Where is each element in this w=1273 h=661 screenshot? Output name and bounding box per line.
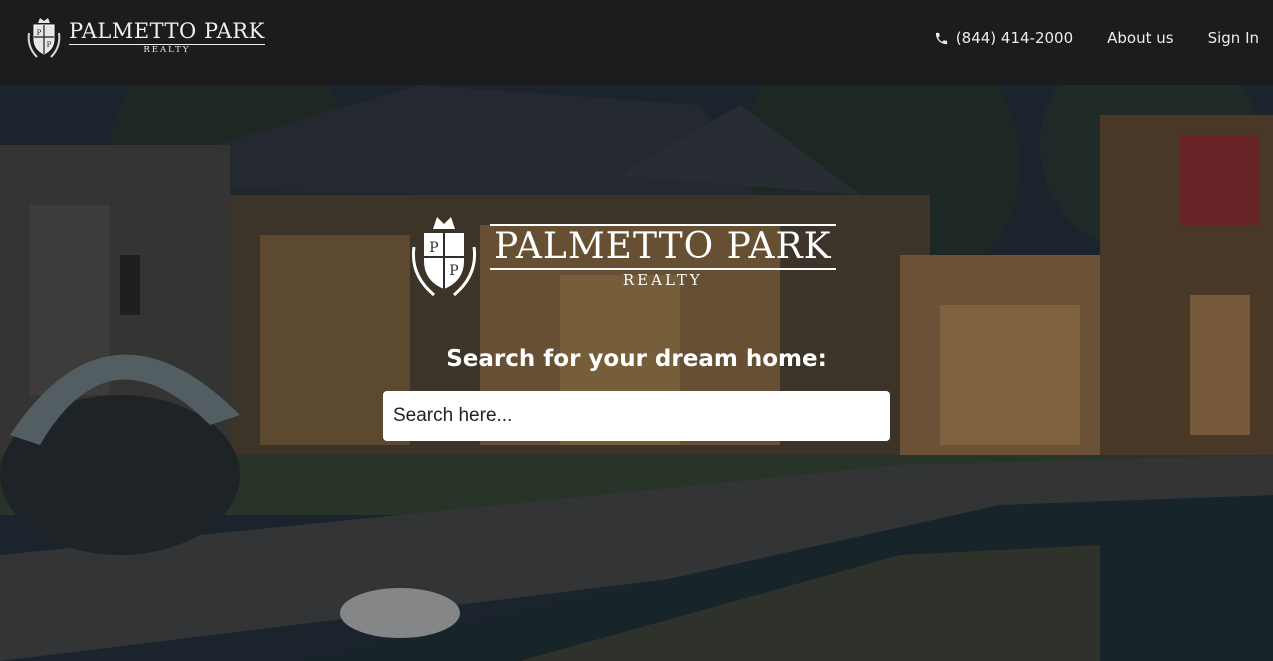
hero-overlay	[0, 85, 1273, 661]
brand-subtitle: REALTY	[143, 44, 191, 55]
crest-icon: P P	[411, 217, 477, 297]
phone-icon	[935, 32, 947, 44]
hero-section: P P PALMETTO PARK REALTY Search for your…	[0, 85, 1273, 661]
phone-link[interactable]: (844) 414-2000	[934, 29, 1073, 47]
crest-icon: P P	[27, 18, 61, 58]
brand-logo[interactable]: P P PALMETTO PARK REALTY	[25, 13, 265, 61]
brand-name: PALMETTO PARK	[69, 18, 265, 45]
svg-text:P: P	[429, 240, 438, 256]
nav-sign-in[interactable]: Sign In	[1208, 29, 1259, 47]
svg-text:P: P	[37, 29, 42, 37]
top-nav: (844) 414-2000 About us Sign In	[934, 29, 1259, 47]
phone-number: (844) 414-2000	[955, 29, 1074, 47]
search-heading: Search for your dream home:	[446, 346, 827, 372]
site-header: P P PALMETTO PARK REALTY (844) 414-2000 …	[0, 0, 1273, 85]
hero-brand-subtitle: REALTY	[622, 270, 703, 289]
hero-brand-name: PALMETTO PARK	[490, 223, 836, 270]
nav-about-us[interactable]: About us	[1107, 29, 1173, 47]
svg-text:P: P	[47, 41, 52, 49]
hero-logo: P P PALMETTO PARK REALTY	[408, 210, 852, 302]
svg-text:P: P	[449, 263, 458, 279]
search-input[interactable]	[383, 391, 890, 441]
